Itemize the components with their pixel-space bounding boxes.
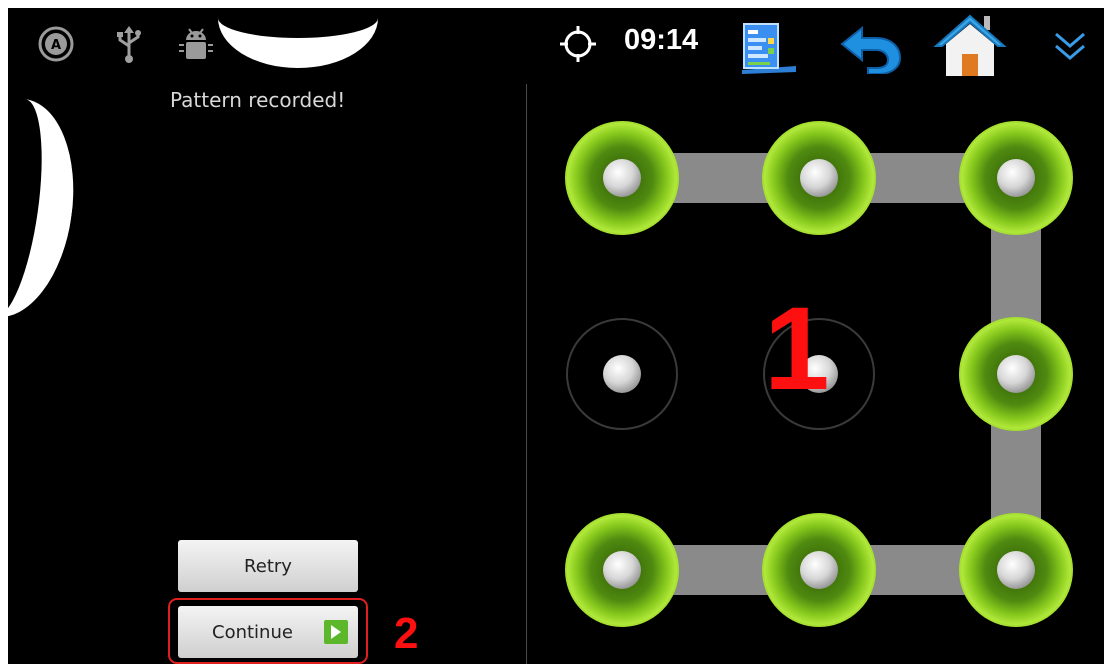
step-1-annotation: 1 [764,283,830,415]
pattern-dot-3[interactable] [959,121,1073,235]
pattern-dot-9[interactable] [959,513,1073,627]
pattern-dot-6[interactable] [959,317,1073,431]
pattern-dot-8[interactable] [762,513,876,627]
pattern-dot-7[interactable] [565,513,679,627]
unlock-pattern-grid[interactable] [8,8,1104,664]
lockscreen-setup-screen: A 09:14 Pattern recorded! Retry Continue… [8,8,1104,664]
pattern-dot-1[interactable] [565,121,679,235]
pattern-dot-2[interactable] [762,121,876,235]
pattern-dot-4[interactable] [566,318,678,430]
